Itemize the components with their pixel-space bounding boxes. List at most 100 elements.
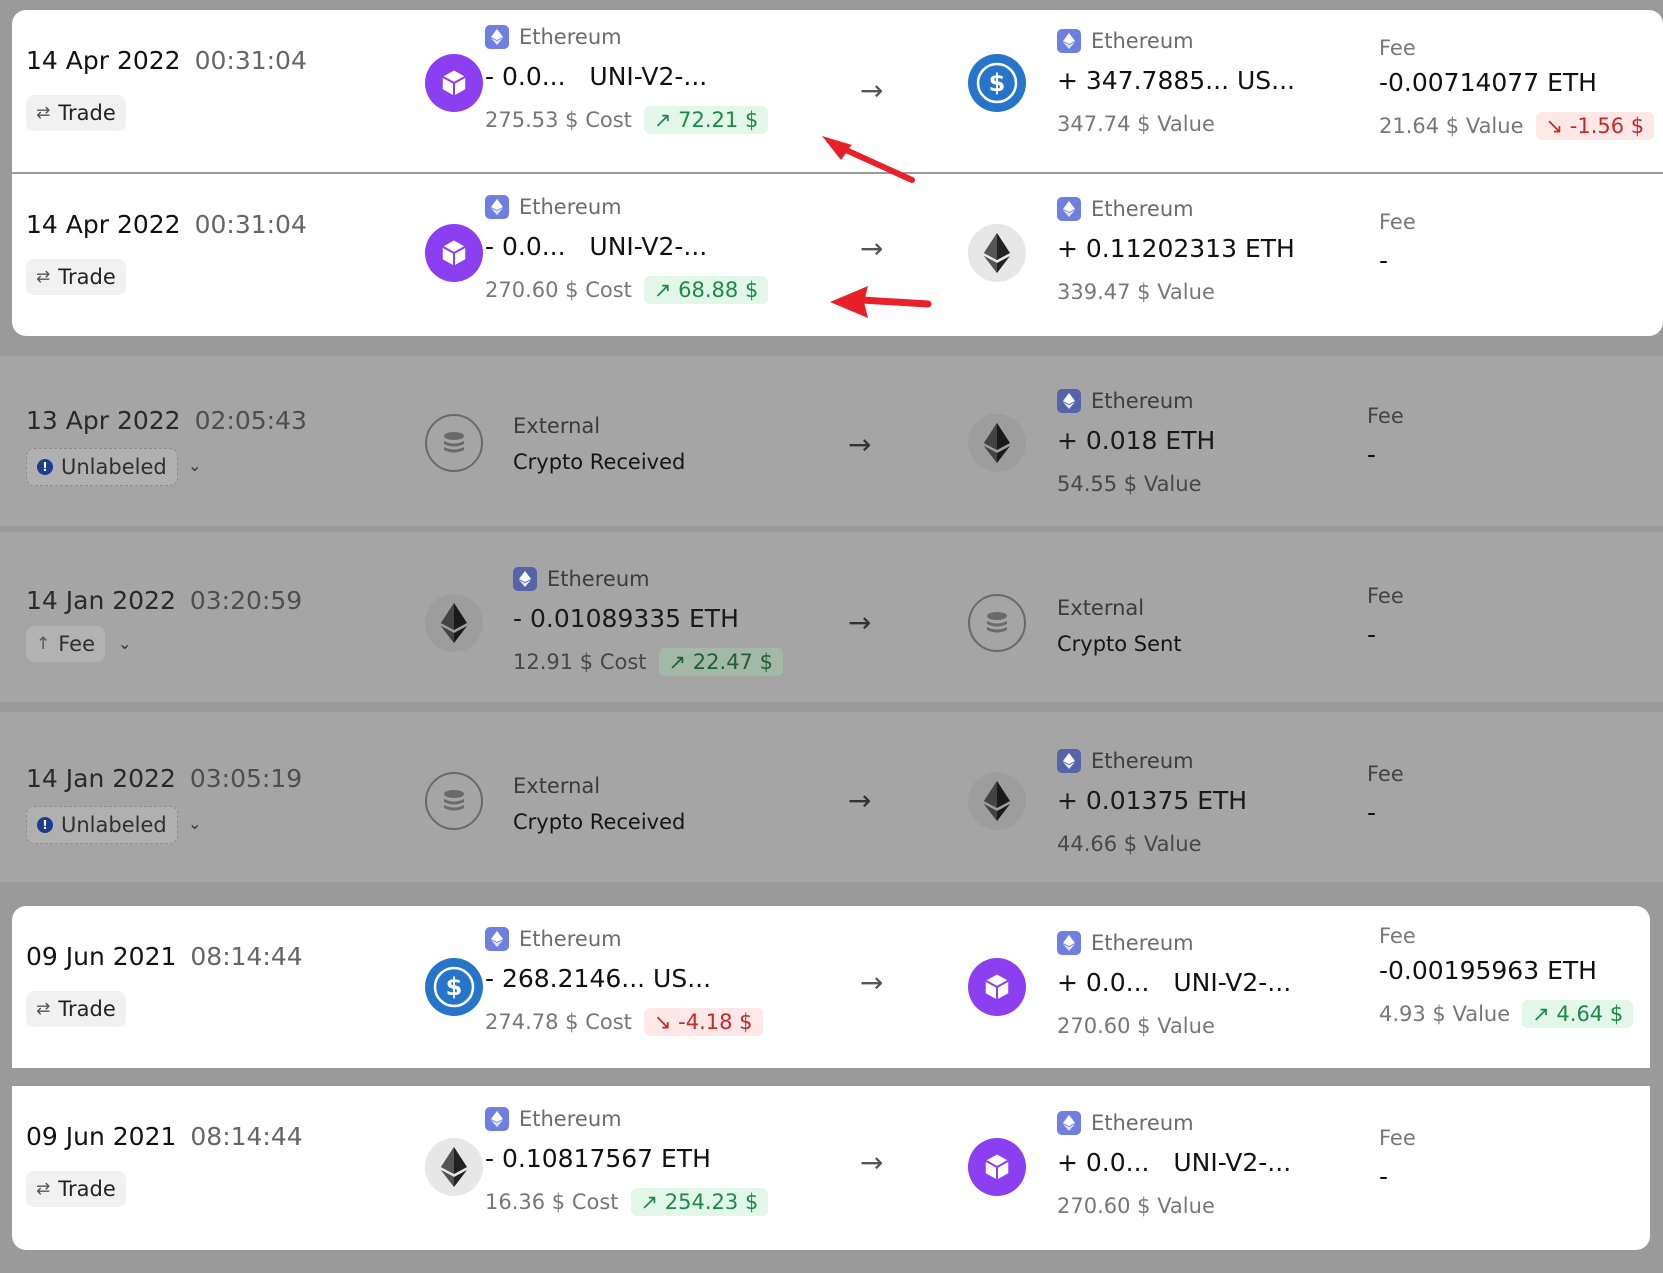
sent-column: Ethereum - 0.0... UNI-V2-... 275.53 $ Co… — [485, 22, 769, 136]
amount-value: - 0.0... — [485, 62, 566, 91]
swap-icon: ⇄ — [36, 103, 51, 123]
table-row[interactable]: 13 Apr 2022 02:05:43 ! Unlabeled ⌄ Externa… — [0, 356, 1663, 526]
received-column: Ethereum + 0.0... UNI-V2-... 270.60 $ Va… — [1057, 928, 1291, 1042]
tx-datetime: 09 Jun 2021 08:14:44 — [26, 1122, 303, 1151]
network-row: Ethereum — [1057, 1108, 1291, 1138]
external-label: External — [513, 414, 601, 438]
swap-icon: ⇄ — [36, 267, 51, 287]
fee-empty: - — [1367, 440, 1377, 469]
tx-time: 03:20:59 — [189, 586, 303, 615]
table-row[interactable]: 14 Jan 2022 03:05:19 ! Unlabeled ⌄ Externa… — [0, 712, 1663, 882]
table-row[interactable]: 14 Apr 2022 00:31:04 ⇄ Trade Ethereum - 0.… — [12, 10, 1663, 172]
network-row: Ethereum — [485, 1104, 768, 1134]
tx-date: 09 Jun 2021 — [26, 942, 177, 971]
sent-column: External Crypto Received — [513, 774, 685, 834]
arrow-right-icon: → — [860, 232, 884, 265]
received-amount: + 0.0... UNI-V2-... — [1057, 968, 1291, 1000]
arrow-right-icon: → — [860, 966, 884, 999]
svg-text:$: $ — [989, 69, 1006, 97]
pnl-badge: ↗ 254.23 $ — [630, 1188, 769, 1216]
fee-label: Fee — [1379, 924, 1416, 948]
tx-date: 09 Jun 2021 — [26, 1122, 177, 1151]
external-label: External — [1057, 596, 1145, 620]
ethereum-network-icon — [1057, 931, 1081, 955]
database-icon — [425, 414, 483, 472]
received-column: Ethereum + 0.0... UNI-V2-... 270.60 $ Va… — [1057, 1108, 1291, 1222]
table-row[interactable]: 09 Jun 2021 08:14:44 ⇄ Trade $ Ethereum - … — [12, 906, 1650, 1068]
eth-icon — [968, 772, 1026, 830]
fee-label: Fee — [1379, 1126, 1416, 1150]
table-row[interactable]: 09 Jun 2021 08:14:44 ⇄ Trade Ethereum - 0.… — [12, 1086, 1650, 1250]
value-label: 347.74 $ Value — [1057, 112, 1215, 136]
sent-usd-row: 16.36 $ Cost ↗ 254.23 $ — [485, 1186, 769, 1218]
network-label: Ethereum — [1091, 931, 1194, 955]
arrow-right-icon: → — [848, 606, 872, 639]
received-amount: + 347.7885... US... — [1057, 66, 1295, 95]
amount-value: + 0.0... — [1057, 968, 1150, 997]
fee-usd-row: 21.64 $ Value ↘ -1.56 $ — [1379, 110, 1655, 142]
chevron-down-icon[interactable]: ⌄ — [188, 814, 201, 833]
arrow-right-icon: → — [848, 428, 872, 461]
pnl-badge: ↘ -1.56 $ — [1535, 112, 1655, 140]
fee-label: Fee — [1379, 210, 1416, 234]
tx-time: 02:05:43 — [194, 406, 307, 435]
tag-label: Fee — [58, 632, 96, 656]
ethereum-network-icon — [485, 25, 509, 49]
ethereum-network-icon — [1057, 29, 1081, 53]
table-row[interactable]: 14 Jan 2022 03:20:59 ↑ Fee ⌄ Ethereum - 0.… — [0, 532, 1663, 702]
tag-label: Trade — [58, 1177, 116, 1201]
tx-date: 14 Apr 2022 — [26, 210, 181, 239]
chevron-down-icon[interactable]: ⌄ — [188, 456, 201, 475]
ethereum-network-icon — [1057, 197, 1081, 221]
usdc-icon: $ — [425, 958, 483, 1016]
cost-value: 12.91 $ Cost — [513, 650, 647, 674]
tag-pill[interactable]: ⇄ Trade — [26, 1171, 126, 1207]
chevron-down-icon[interactable]: ⌄ — [118, 634, 131, 653]
tag-pill[interactable]: ⇄ Trade — [26, 991, 126, 1027]
ethereum-network-icon — [1057, 749, 1081, 773]
cost-value: 270.60 $ Cost — [485, 278, 632, 302]
network-row: Ethereum — [485, 22, 768, 52]
usdc-icon: $ — [968, 54, 1026, 112]
arrow-right-icon: → — [848, 784, 872, 817]
tag-pill[interactable]: ⇄ Trade — [26, 95, 126, 131]
sent-column: Ethereum - 0.10817567 ETH 16.36 $ Cost ↗ … — [485, 1104, 769, 1218]
network-row: Ethereum — [485, 192, 768, 222]
external-type: Crypto Received — [513, 810, 686, 834]
fee-empty: - — [1379, 246, 1389, 275]
eth-icon — [968, 224, 1026, 282]
fee-column: Fee -0.00714077 ETH 21.64 $ Value ↘ -1.56… — [1379, 36, 1655, 142]
cost-value: 16.36 $ Cost — [485, 1190, 619, 1214]
network-row: Ethereum — [1057, 26, 1295, 56]
tag-pill[interactable]: ↑ Fee — [26, 626, 106, 662]
ethereum-network-icon — [1057, 389, 1081, 413]
amount-value: + 0.0... — [1057, 1148, 1150, 1177]
eth-icon — [425, 594, 483, 652]
network-row: Ethereum — [513, 564, 783, 594]
ethereum-network-icon — [513, 567, 537, 591]
tag-pill[interactable]: ! Unlabeled — [26, 448, 178, 486]
value-label: 270.60 $ Value — [1057, 1194, 1215, 1218]
received-amount: + 0.01375 ETH — [1057, 786, 1248, 815]
received-usd-row: 44.66 $ Value — [1057, 828, 1247, 860]
alert-icon: ! — [37, 817, 53, 833]
fee-label: Fee — [1379, 36, 1416, 60]
fee-column: Fee - — [1367, 404, 1404, 469]
eth-icon — [425, 1138, 483, 1196]
received-usd-row: 339.47 $ Value — [1057, 276, 1295, 308]
sent-amount: - 0.0... UNI-V2-... — [485, 232, 768, 264]
ethereum-network-icon — [1057, 1111, 1081, 1135]
amount-value: - 0.0... — [485, 232, 566, 261]
database-icon — [968, 594, 1026, 652]
tag-label: Trade — [58, 997, 116, 1021]
box-icon — [968, 958, 1026, 1016]
tag-pill[interactable]: ! Unlabeled — [26, 806, 178, 844]
table-row[interactable]: 14 Apr 2022 00:31:04 ⇄ Trade Ethereum - 0.… — [12, 174, 1663, 336]
ethereum-network-icon — [485, 1107, 509, 1131]
tag-label: Trade — [58, 265, 116, 289]
tx-date: 14 Jan 2022 — [26, 764, 176, 793]
sent-column: Ethereum - 0.01089335 ETH 12.91 $ Cost ↗ … — [513, 564, 783, 678]
tag-pill[interactable]: ⇄ Trade — [26, 259, 126, 295]
svg-text:$: $ — [446, 973, 463, 1001]
received-column: Ethereum + 0.018 ETH 54.55 $ Value — [1057, 386, 1215, 500]
